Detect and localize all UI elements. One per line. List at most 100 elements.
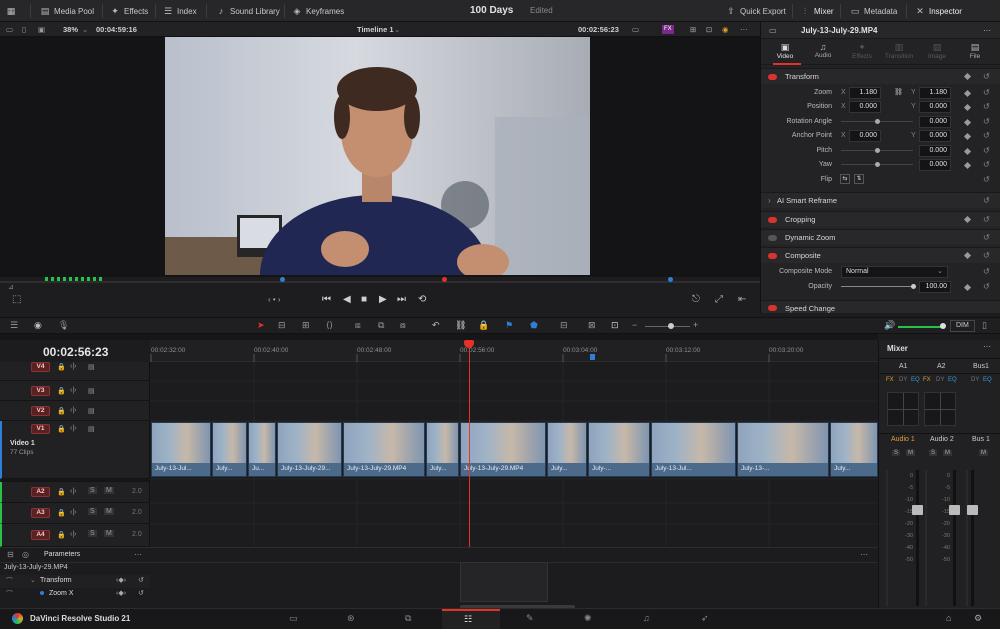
zoom-in-icon[interactable]: + [693,320,698,330]
flip-vertical-button[interactable]: ⇅ [854,174,864,184]
timeline-clip[interactable]: July-13-... [737,422,829,477]
mute-button[interactable]: M [104,508,114,515]
marker-icon[interactable]: ⬟ [530,320,538,331]
auto-select-icon[interactable]: ‹|› [70,509,76,516]
volume-slider-knob[interactable] [940,323,946,329]
timeline-ruler[interactable]: 00:02:32:00 00:02:40:00 00:02:48:00 00:0… [150,340,878,362]
cropping-section-header[interactable]: Cropping ↺ [761,211,1000,227]
snapping-icon[interactable]: ↶ [432,320,440,331]
display-icon[interactable]: ▭ [632,22,639,37]
cropping-enable-toggle[interactable] [768,217,777,223]
auto-select-icon[interactable]: ‹|› [70,425,76,432]
track-v2-badge[interactable]: V2 [31,406,50,416]
pan-control-a2[interactable] [924,392,956,426]
meter-toggle-icon[interactable]: ▯ [982,320,987,331]
timeline-clip[interactable]: July... [426,422,459,477]
lock-track-icon[interactable]: 🔒 [57,387,66,395]
more-options-icon[interactable]: ⋯ [740,22,748,37]
dy-button[interactable]: DY [899,377,907,383]
timeline-clip[interactable]: July-13-July-29... [277,422,342,477]
go-to-end-button[interactable]: ⏭ [397,294,406,305]
params-zoomx-row[interactable]: ⌒ Zoom X ‹◆› ↺ [0,588,150,601]
timeline-marker[interactable] [590,354,595,360]
timeline-clip[interactable]: July... [547,422,587,477]
timeline-view-icon[interactable]: ☰ [10,320,18,331]
tab-transition[interactable]: ▥ Transition [881,42,917,60]
match-frame-icon[interactable]: ⎋ [692,294,700,305]
play-reverse-button[interactable]: ◀ [343,294,351,305]
track-a4-badge[interactable]: A4 [31,530,50,540]
collapse-icon[interactable]: ⊟ [7,550,14,559]
transform-enable-toggle[interactable] [768,74,777,80]
track-a3-badge[interactable]: A3 [31,508,50,518]
opacity-slider-track[interactable] [841,286,913,287]
lock-track-icon[interactable]: 🔒 [57,531,66,539]
fader-knob-a1[interactable] [912,505,923,515]
blade-tool-icon[interactable]: ⟨⟩ [326,320,333,331]
track-a2-badge[interactable]: A2 [31,487,50,497]
effects-button[interactable]: ✦ Effects [110,0,148,22]
replace-clip-icon[interactable]: ⧇ [400,320,406,331]
media-page-icon[interactable]: ▭ [289,613,298,624]
keyframe-diamond-icon[interactable] [963,251,972,260]
eq-button[interactable]: EQ [948,377,957,383]
zoom-custom-icon[interactable]: ⊡ [611,320,619,331]
reset-icon[interactable]: ↺ [983,215,990,224]
zoom-level[interactable]: 38% [63,22,78,37]
track-v1-badge[interactable]: V1 [31,424,50,434]
viewer-layout-icon[interactable]: ▭ [6,22,13,37]
fusion-page-icon[interactable]: ✎ [526,613,534,624]
eye-icon[interactable]: ◉ [34,320,42,331]
previous-frame-icon[interactable]: ⇤ [738,294,746,305]
auto-select-icon[interactable]: ‹|› [70,407,76,414]
speed-change-enable-toggle[interactable] [768,305,777,311]
jog-bar[interactable] [0,281,760,283]
reset-icon[interactable]: ↺ [983,146,990,155]
position-y-field[interactable]: 0.000 [919,101,951,113]
auto-select-icon[interactable]: ‹|› [70,363,76,370]
scrubber-marker[interactable] [280,277,285,282]
mute-button[interactable]: M [104,530,114,537]
rotation-field[interactable]: 0.000 [919,116,951,128]
insert-clip-icon[interactable]: ⧈ [355,320,361,331]
panel-menu-icon[interactable]: ⋯ [983,22,991,39]
mixer-button[interactable]: ⫶ Mixer [800,0,834,22]
deliver-page-icon[interactable]: ➶ [701,613,709,624]
lock-track-icon[interactable]: 🔒 [57,488,66,496]
track-v3-badge[interactable]: V3 [31,386,50,396]
keyframe-nav-icon[interactable]: ‹◆› [116,576,126,584]
keyframe-nav-icon[interactable]: ‹◆› [116,589,126,597]
reset-icon[interactable]: ↺ [138,576,144,584]
track-visibility-icon[interactable]: ▤ [88,363,95,371]
anchor-y-field[interactable]: 0.000 [919,130,951,142]
params-menu-icon[interactable]: ⋯ [134,550,142,559]
pitch-field[interactable]: 0.000 [919,145,951,157]
tab-image[interactable]: ▨ Image [923,42,951,60]
play-button[interactable]: ▶ [379,294,387,305]
zoom-chevron-icon[interactable]: ⌄ [82,22,88,37]
fader-track-bus1[interactable] [971,470,974,606]
lock-track-icon[interactable]: 🔒 [57,407,66,415]
stop-button[interactable]: ■ [361,294,367,305]
fx-button[interactable]: FX [886,377,894,383]
params-transform-row[interactable]: ⌒ ⌄ Transform ‹◆› ↺ [0,575,150,588]
tb-grid-button[interactable]: ▦ [6,0,16,22]
dim-button[interactable]: DIM [950,320,975,332]
settings-icon[interactable]: ⚙ [974,613,982,624]
fader-track-a1[interactable] [916,470,919,606]
dynamic-zoom-enable-toggle[interactable] [768,235,777,241]
tab-video[interactable]: ▣ Video [771,42,799,60]
reset-icon[interactable]: ↺ [983,233,990,242]
viewer-mode-icon[interactable]: ▣ [38,22,45,37]
eq-button[interactable]: EQ [911,377,920,383]
keyframes-button[interactable]: ◈ Keyframes [292,0,345,22]
home-icon[interactable]: ⌂ [946,613,951,623]
flip-horizontal-button[interactable]: ⇆ [840,174,850,184]
media-pool-button[interactable]: ▤ Media Pool [40,0,94,22]
keyframe-diamond-icon[interactable] [963,72,972,81]
cut-page-icon[interactable]: ⊛ [347,613,355,624]
panel-layout-icon[interactable]: ▭ [769,22,777,39]
pitch-slider-knob[interactable] [875,148,880,153]
timeline-name[interactable]: Timeline 1 [357,22,394,37]
composite-mode-select[interactable]: Normal ⌄ [841,266,948,278]
